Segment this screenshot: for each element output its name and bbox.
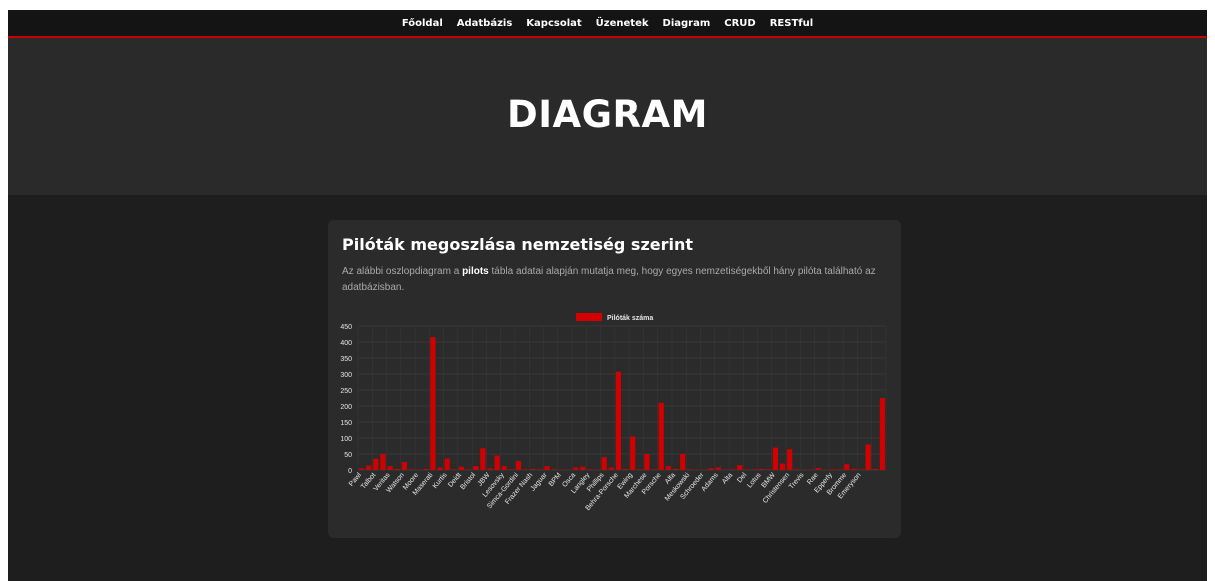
bar [708, 468, 714, 470]
bar [530, 469, 536, 470]
bar [430, 337, 436, 470]
nav-link-crud[interactable]: CRUD [724, 18, 755, 29]
bar [366, 465, 372, 470]
bar [851, 468, 857, 470]
bar [687, 469, 693, 470]
bar [787, 449, 793, 470]
x-tick-label: BPM [548, 472, 563, 488]
bar [844, 464, 850, 470]
bar [537, 469, 543, 470]
bar [587, 469, 593, 470]
bar [730, 469, 736, 470]
bar [401, 462, 407, 470]
bar [858, 469, 864, 470]
y-tick-label: 350 [340, 356, 352, 363]
bar [815, 468, 821, 470]
y-tick-label: 150 [340, 420, 352, 427]
bar [879, 398, 886, 470]
bar [630, 436, 636, 470]
bar [794, 469, 800, 470]
bar [480, 448, 486, 470]
bar [373, 458, 379, 470]
bar [744, 469, 750, 470]
bar [829, 469, 836, 470]
nav-link-diagram[interactable]: Diagram [663, 18, 711, 29]
x-tick-label: Kurtis [432, 471, 449, 490]
bar [680, 454, 686, 470]
top-navbar: Főoldal Adatbázis Kapcsolat Üzenetek Dia… [8, 10, 1207, 38]
nav-link-kapcsolat[interactable]: Kapcsolat [526, 18, 581, 29]
bar [358, 468, 365, 470]
bar [622, 469, 629, 470]
bar [508, 469, 514, 470]
y-tick-label: 50 [344, 452, 352, 459]
bar [515, 461, 522, 470]
bar [523, 469, 529, 470]
x-tick-label: Lotus [746, 471, 763, 489]
x-tick-label: Trevis [788, 471, 806, 490]
x-tick-label: Bristol [459, 471, 477, 491]
bar-chart: 050100150200250300350400450PawlTalbotVer… [340, 313, 887, 512]
bar [487, 468, 493, 470]
legend-swatch [576, 313, 602, 321]
bar [501, 466, 507, 470]
y-tick-label: 200 [340, 404, 352, 411]
main-content: Pilóták megoszlása nemzetiség szerint Az… [8, 195, 1207, 581]
bar [608, 467, 614, 470]
bar [644, 454, 650, 470]
bar [466, 469, 472, 470]
x-tick-label: Alta [721, 472, 734, 486]
bar [672, 469, 679, 470]
bar [872, 469, 878, 470]
y-tick-label: 450 [340, 324, 352, 331]
bar [865, 444, 871, 470]
bar [544, 466, 550, 470]
nav-link-fooldal[interactable]: Főoldal [402, 18, 443, 29]
bar [387, 466, 393, 470]
nav-link-restful[interactable]: RESTful [770, 18, 813, 29]
bar [658, 402, 664, 470]
bar [779, 463, 786, 470]
y-tick-label: 250 [340, 388, 352, 395]
bar [458, 466, 465, 470]
x-tick-label: Jaguar [529, 471, 549, 492]
bar [765, 469, 771, 470]
bar [444, 458, 450, 470]
y-tick-label: 300 [340, 372, 352, 379]
y-tick-label: 100 [340, 436, 352, 443]
y-tick-label: 400 [340, 340, 352, 347]
bar [394, 469, 400, 470]
bar [423, 469, 429, 470]
bar [551, 469, 557, 470]
bar [580, 466, 586, 470]
bar [473, 466, 479, 470]
bar [837, 469, 843, 470]
nav-link-uzenetek[interactable]: Üzenetek [596, 18, 649, 29]
bar [665, 466, 671, 470]
bar [637, 469, 643, 470]
y-tick-label: 0 [348, 468, 352, 475]
bar [380, 454, 386, 470]
bar [615, 371, 622, 470]
legend-label: Pilóták száma [607, 315, 653, 322]
browser-frame: Főoldal Adatbázis Kapcsolat Üzenetek Dia… [8, 10, 1207, 581]
hero-banner: DIAGRAM [8, 38, 1207, 195]
chart-card: Pilóták megoszlása nemzetiség szerint Az… [328, 220, 901, 538]
bar [437, 467, 443, 470]
bar [715, 467, 721, 470]
bar [601, 457, 607, 470]
bar [408, 469, 415, 470]
nav-link-adatbazis[interactable]: Adatbázis [457, 18, 513, 29]
bar [651, 469, 657, 470]
bar [772, 447, 778, 470]
bar [573, 467, 579, 470]
page-title: DIAGRAM [507, 93, 708, 136]
bar [494, 455, 500, 470]
bar [758, 469, 764, 470]
bar [737, 465, 743, 470]
bar [751, 469, 757, 470]
bar [451, 469, 457, 470]
x-tick-label: Del [736, 471, 748, 484]
